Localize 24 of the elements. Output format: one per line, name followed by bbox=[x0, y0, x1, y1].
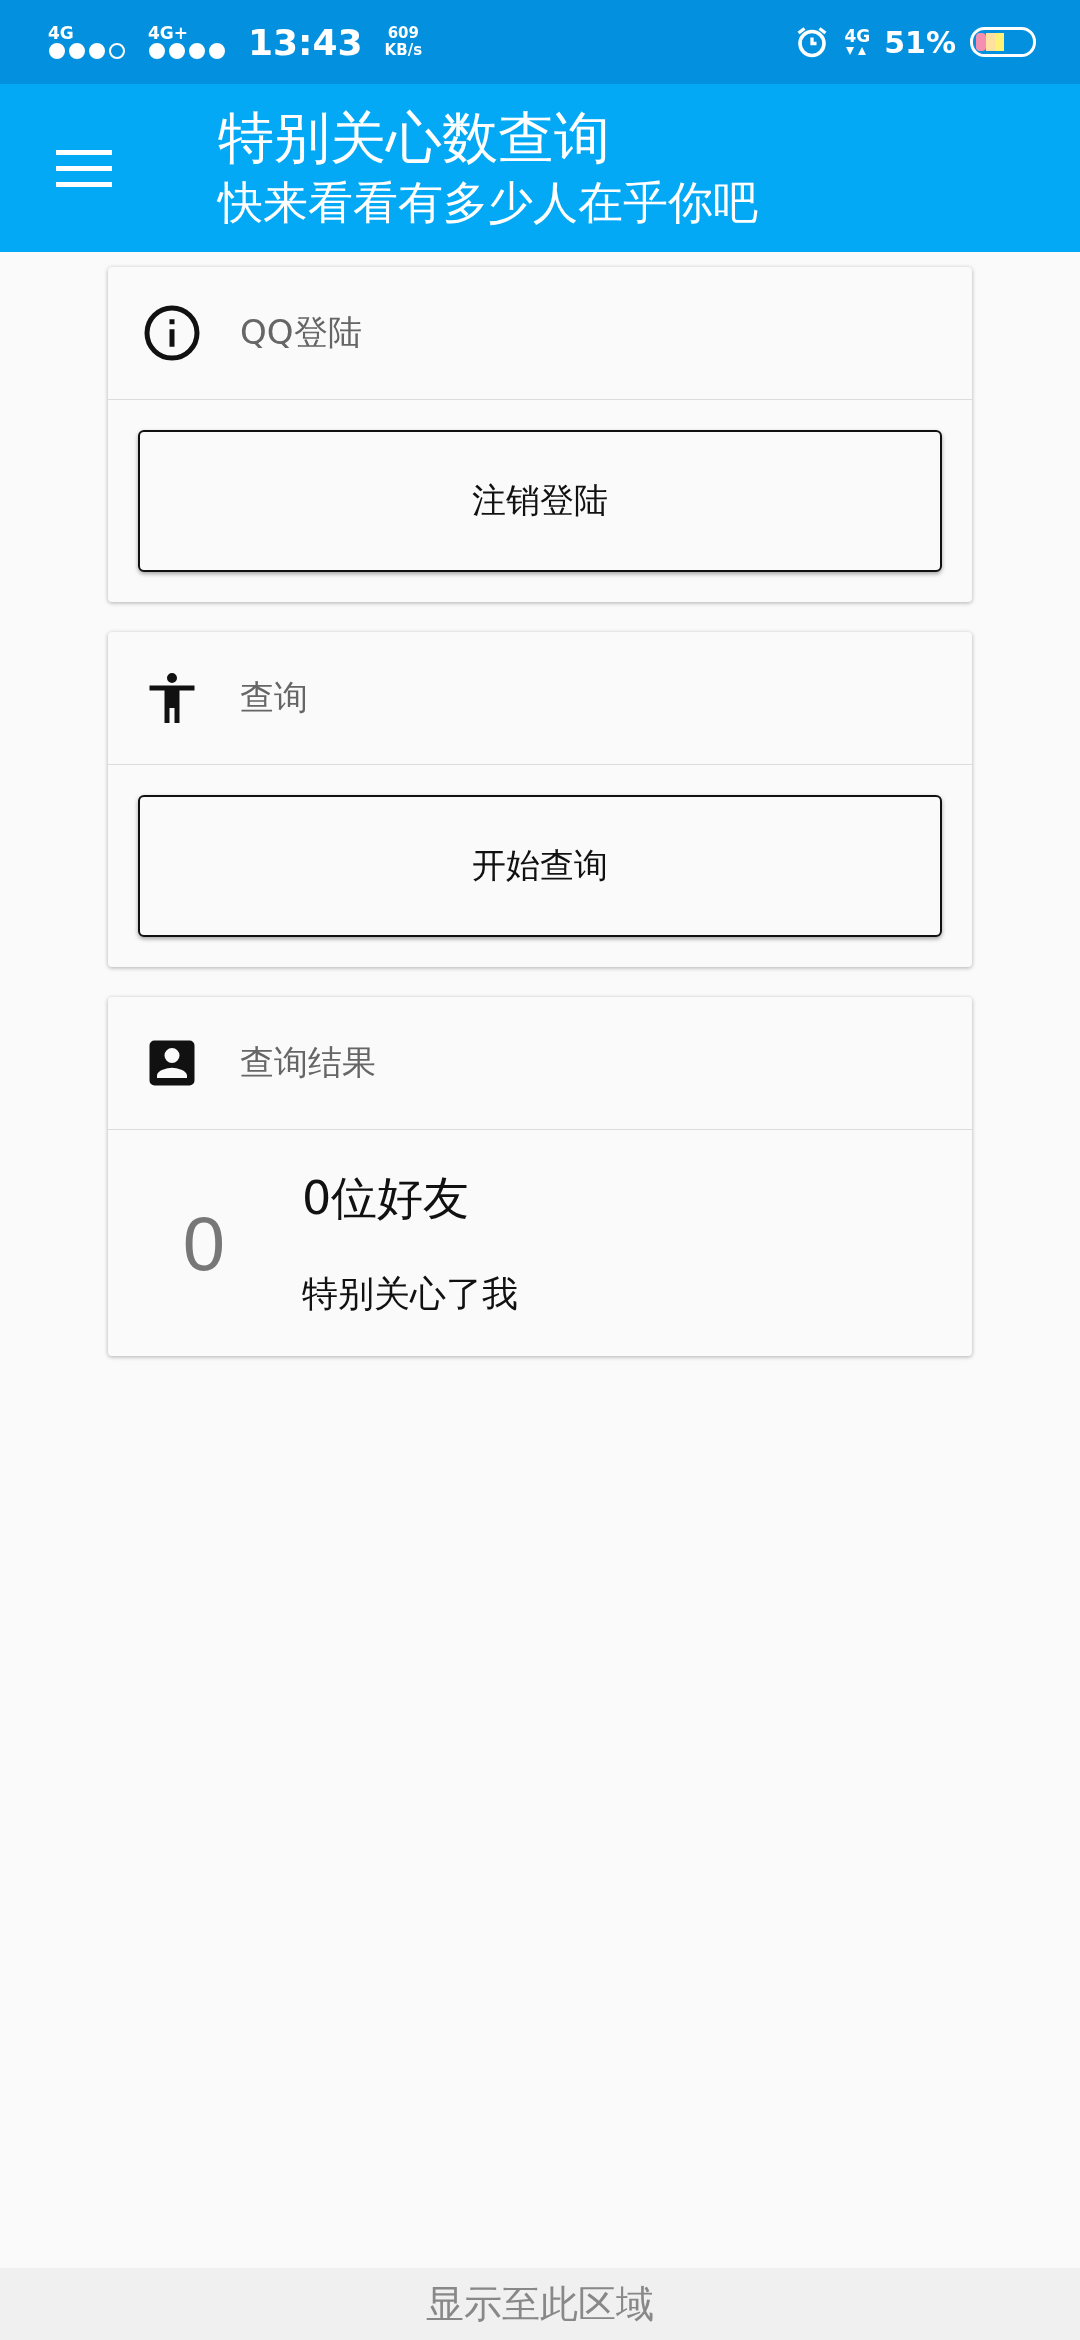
speed-value: 609 bbox=[387, 25, 419, 42]
speed-unit: KB/s bbox=[384, 42, 423, 59]
card-title: 查询结果 bbox=[240, 1041, 376, 1084]
result-headline: 0位好友 bbox=[302, 1169, 471, 1227]
action-button[interactable]: 开始查询 bbox=[138, 795, 942, 937]
network-label: 4G+ bbox=[148, 24, 189, 42]
friend-count: 0 bbox=[181, 1199, 227, 1287]
menu-icon bbox=[56, 148, 112, 188]
result-caption: 特别关心了我 bbox=[302, 1271, 518, 1316]
network-label: 4G bbox=[48, 24, 74, 42]
signal-icon bbox=[48, 42, 126, 60]
network-label: 4G bbox=[844, 27, 871, 45]
battery-icon bbox=[970, 27, 1036, 57]
action-button[interactable]: 注销登陆 bbox=[138, 430, 942, 572]
app-title: 特别关心数查询 bbox=[218, 104, 611, 172]
clock: 13:43 bbox=[248, 21, 363, 63]
app-subtitle: 快来看看有多少人在乎你吧 bbox=[218, 175, 758, 231]
info-icon bbox=[142, 303, 202, 363]
battery-percent: 51% bbox=[884, 24, 956, 60]
card-title: QQ登陆 bbox=[240, 311, 362, 354]
signal-icon bbox=[148, 42, 226, 60]
card-title: 查询 bbox=[240, 676, 308, 719]
footer-text: 显示至此区域 bbox=[426, 2280, 654, 2328]
data-arrows-icon bbox=[844, 45, 869, 57]
